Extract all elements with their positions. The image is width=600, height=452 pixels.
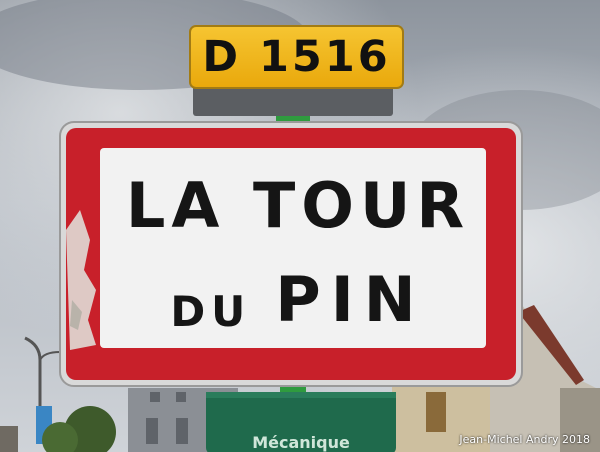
plate-bracket [193,86,393,116]
photo-credit: Jean-Michel Andry 2018 [459,433,590,446]
town-name-line2: DU PIN [108,252,488,336]
green-sign-text: Mécanique [252,433,350,452]
town-name-line1: LA TOUR [125,168,471,242]
photo-scene: D 1516 LA TOUR DU PIN Mécanique Jean-Mic… [0,0,600,452]
town-name-du: DU [170,287,252,336]
town-name-pin: PIN [275,263,426,336]
road-number-label: D 1516 [202,32,391,82]
